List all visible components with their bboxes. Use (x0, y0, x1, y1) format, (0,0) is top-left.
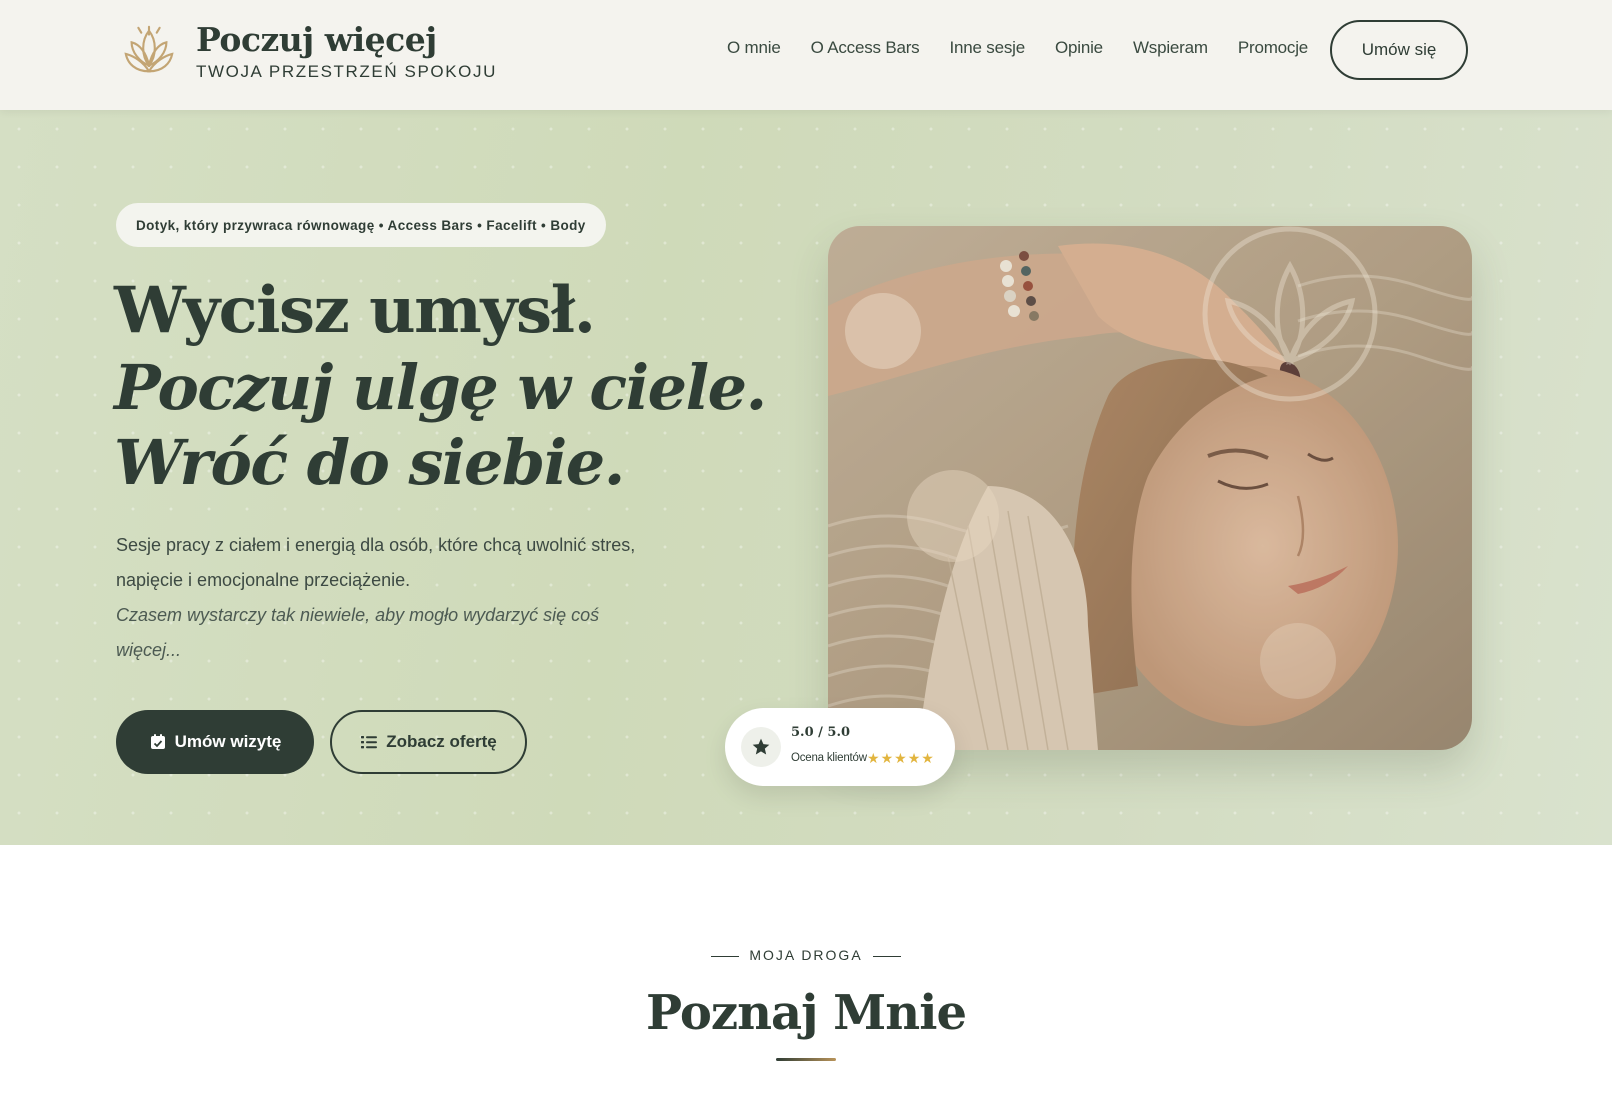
see-offer-button[interactable]: Zobacz ofertę (330, 710, 527, 774)
list-icon (361, 736, 378, 749)
brand-logo-link[interactable]: Poczuj więcej TWOJA PRZESTRZEŃ SPOKOJU (120, 22, 497, 82)
book-appointment-button[interactable]: Umów się (1330, 20, 1468, 80)
hero-photo (828, 226, 1472, 750)
hero-photo-illustration (828, 226, 1472, 750)
star-icon: ★ (894, 750, 907, 766)
nav-link-o-mnie[interactable]: O mnie (727, 38, 781, 58)
nav-link-opinie[interactable]: Opinie (1055, 38, 1103, 58)
hero-headline: Wycisz umysł. Poczuj ulgę w ciele. Wróć … (114, 272, 767, 500)
star-icon: ★ (907, 750, 921, 766)
headline-line-1: Wycisz umysł. (114, 273, 596, 348)
calendar-check-icon (150, 734, 165, 749)
nav-link-promocje[interactable]: Promocje (1238, 38, 1308, 58)
book-visit-label: Umów wizytę (174, 732, 282, 751)
client-rating-card: 5.0 / 5.0 Ocena klientów ★ ★ ★ ★ ★ (725, 708, 955, 786)
rating-stars: ★ ★ ★ ★ ★ (867, 751, 934, 765)
headline-line-2: Poczuj ulgę w ciele. (114, 351, 767, 424)
main-nav: O mnie O Access Bars Inne sesje Opinie W… (727, 38, 1338, 58)
book-visit-button[interactable]: Umów wizytę (116, 710, 314, 774)
star-icon (752, 738, 770, 755)
eyebrow-divider-left (711, 955, 740, 957)
rating-score: 5.0 / 5.0 (791, 725, 851, 740)
section-title: Poznaj Mnie (646, 985, 967, 1041)
hero-description-italic: Czasem wystarczy tak niewiele, aby mogło… (116, 605, 600, 660)
star-icon: ★ (867, 750, 880, 766)
see-offer-label: Zobacz ofertę (386, 732, 497, 751)
rating-label: Ocena klientów (791, 752, 867, 764)
rating-badge (741, 727, 781, 767)
eyebrow-divider-right (872, 955, 901, 957)
site-header: Poczuj więcej TWOJA PRZESTRZEŃ SPOKOJU O… (0, 0, 1612, 110)
brand-subtitle: TWOJA PRZESTRZEŃ SPOKOJU (196, 62, 497, 81)
hero-description: Sesje pracy z ciałem i energią dla osób,… (116, 535, 636, 590)
nav-link-wspieram[interactable]: Wspieram (1133, 38, 1208, 58)
section-eyebrow: MOJA DROGA (0, 947, 1612, 963)
lotus-icon (124, 25, 174, 73)
about-section: MOJA DROGA Poznaj Mnie (0, 845, 1612, 1105)
nav-link-inne-sesje[interactable]: Inne sesje (949, 38, 1025, 58)
nav-link-o-access-bars[interactable]: O Access Bars (811, 38, 920, 58)
brand-title: Poczuj więcej (196, 20, 437, 59)
star-icon: ★ (880, 750, 894, 766)
hero-section: Dotyk, który przywraca równowagę • Acces… (0, 110, 1612, 845)
section-title-underline (776, 1058, 836, 1061)
headline-line-3: Wróć do siebie. (114, 426, 625, 499)
star-icon: ★ (921, 750, 934, 766)
eyebrow-text: MOJA DROGA (749, 947, 863, 963)
hero-tagline-pill: Dotyk, który przywraca równowagę • Acces… (116, 203, 606, 247)
